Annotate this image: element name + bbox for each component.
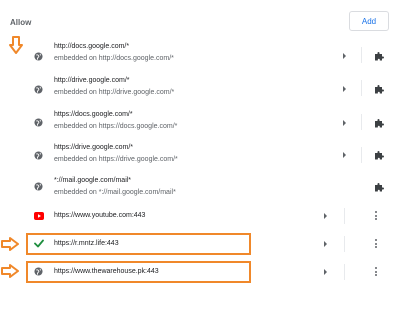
extension-icon[interactable] (374, 182, 384, 192)
extension-icon[interactable] (374, 118, 384, 128)
extension-icon[interactable] (374, 51, 384, 61)
globe-icon (34, 52, 43, 61)
site-row[interactable]: https://drive.google.com/* embedded on h… (0, 140, 400, 170)
divider (361, 147, 362, 163)
site-row[interactable]: *://mail.google.com/mail* embedded on *:… (0, 172, 400, 202)
embedded-text: embedded on https://docs.google.com/* (54, 123, 178, 130)
more-icon[interactable] (375, 211, 377, 222)
add-button[interactable]: Add (349, 11, 389, 31)
more-icon[interactable] (375, 239, 377, 250)
more-icon[interactable] (375, 267, 377, 278)
site-url: https://docs.google.com/* (54, 111, 133, 118)
expand-arrow-icon[interactable] (324, 269, 327, 275)
globe-icon (34, 267, 43, 276)
site-row[interactable]: https://r.mntz.life:443 (0, 234, 400, 254)
divider (344, 236, 345, 252)
check-icon (34, 239, 44, 248)
globe-icon (34, 85, 43, 94)
embedded-text: embedded on http://drive.google.com/* (54, 89, 175, 96)
globe-icon (34, 151, 43, 160)
site-url: *://mail.google.com/mail* (54, 177, 132, 184)
site-url: http://drive.google.com/* (54, 77, 130, 84)
globe-icon (34, 182, 43, 191)
site-url: https://drive.google.com/* (54, 144, 133, 151)
embedded-text: embedded on *://mail.google.com/mail* (54, 189, 176, 196)
site-url: https://r.mntz.life:443 (54, 240, 119, 247)
globe-icon (34, 118, 43, 127)
site-row[interactable]: https://www.thewarehouse.pk:443 (0, 262, 400, 282)
expand-arrow-icon[interactable] (343, 53, 346, 59)
site-row[interactable]: https://www.youtube.com:443 (0, 207, 400, 227)
divider (361, 47, 362, 63)
embedded-text: embedded on https://drive.google.com/* (54, 156, 178, 163)
site-row[interactable]: http://docs.google.com/* embedded on htt… (0, 40, 400, 70)
embedded-text: embedded on http://docs.google.com/* (54, 55, 174, 62)
expand-arrow-icon[interactable] (343, 86, 346, 92)
site-row[interactable]: http://drive.google.com/* embedded on ht… (0, 73, 400, 103)
expand-arrow-icon[interactable] (343, 120, 346, 126)
site-url: https://www.youtube.com:443 (54, 212, 146, 219)
divider (344, 208, 345, 224)
expand-arrow-icon[interactable] (324, 213, 327, 219)
site-url: https://www.thewarehouse.pk:443 (54, 268, 159, 275)
expand-arrow-icon[interactable] (343, 152, 346, 158)
divider (361, 114, 362, 130)
extension-icon[interactable] (374, 84, 384, 94)
site-url: http://docs.google.com/* (54, 43, 130, 50)
expand-arrow-icon[interactable] (324, 241, 327, 247)
extension-icon[interactable] (374, 150, 384, 160)
divider (344, 264, 345, 280)
site-row[interactable]: https://docs.google.com/* embedded on ht… (0, 107, 400, 137)
section-title: Allow (10, 18, 32, 27)
youtube-icon (34, 212, 44, 220)
divider (361, 80, 362, 96)
